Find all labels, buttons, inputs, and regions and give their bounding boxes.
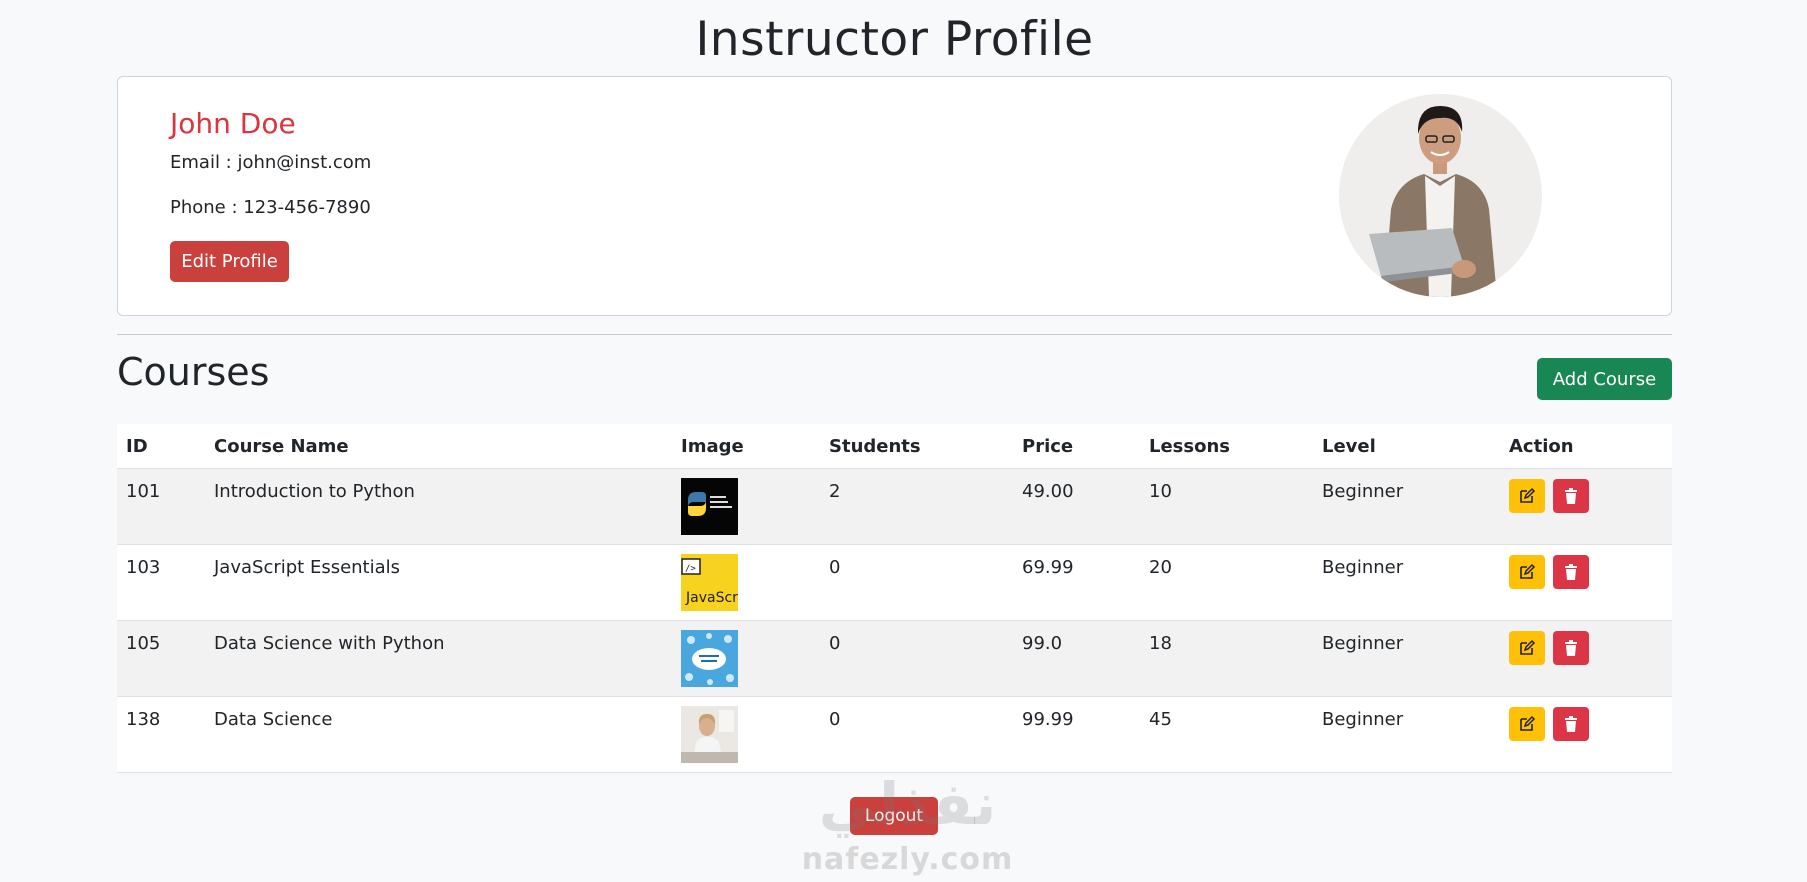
avatar: [1339, 94, 1542, 297]
cell-image: [672, 696, 820, 773]
cell-id: 138: [117, 696, 205, 773]
header-action: Action: [1500, 424, 1672, 469]
cell-action: [1500, 696, 1672, 773]
cell-id: 101: [117, 468, 205, 545]
cell-action: [1500, 620, 1672, 697]
table-row: 101 Introduction to Python 2 49.00 10 Be…: [117, 468, 1672, 545]
header-price: Price: [1013, 424, 1140, 469]
edit-icon: [1520, 487, 1536, 503]
cell-price: 99.99: [1013, 696, 1140, 773]
header-students: Students: [820, 424, 1013, 469]
trash-icon: [1564, 640, 1577, 656]
page-title: Instructor Profile: [695, 12, 1094, 67]
cell-image: [672, 620, 820, 697]
cell-price: 49.00: [1013, 468, 1140, 545]
cell-price: 69.99: [1013, 544, 1140, 621]
trash-icon: [1564, 716, 1577, 732]
edit-profile-button[interactable]: Edit Profile: [170, 241, 289, 282]
cell-action: [1500, 544, 1672, 621]
cell-level: Beginner: [1313, 544, 1500, 621]
courses-table: ID Course Name Image Students Price Less…: [117, 424, 1672, 773]
header-lessons: Lessons: [1140, 424, 1313, 469]
table-row: 103 JavaScript Essentials /> JavaScr 0 6…: [117, 544, 1672, 621]
python-course-thumbnail: [681, 478, 738, 535]
edit-course-button[interactable]: [1509, 631, 1545, 665]
profile-phone: Phone : 123-456-7890: [170, 197, 371, 218]
courses-title: Courses: [117, 350, 270, 394]
cell-level: Beginner: [1313, 696, 1500, 773]
edit-course-button[interactable]: [1509, 479, 1545, 513]
edit-icon: [1520, 563, 1536, 579]
header-level: Level: [1313, 424, 1500, 469]
logout-button[interactable]: Logout: [850, 797, 938, 835]
profile-name: John Doe: [170, 107, 296, 140]
cell-lessons: 45: [1140, 696, 1313, 773]
header-course-name: Course Name: [205, 424, 672, 469]
watermark-latin: nafezly.com: [801, 842, 1014, 877]
delete-course-button[interactable]: [1552, 631, 1589, 665]
cell-students: 2: [820, 468, 1013, 545]
cell-students: 0: [820, 620, 1013, 697]
cell-course-name: Data Science: [205, 696, 672, 773]
profile-card: John Doe Email : john@inst.com Phone : 1…: [117, 76, 1672, 316]
cell-lessons: 18: [1140, 620, 1313, 697]
cell-price: 99.0: [1013, 620, 1140, 697]
table-row: 105 Data Science with Python 0 99.0 18 B…: [117, 620, 1672, 697]
cell-course-name: JavaScript Essentials: [205, 544, 672, 621]
table-header-row: ID Course Name Image Students Price Less…: [117, 424, 1672, 469]
cell-level: Beginner: [1313, 468, 1500, 545]
cell-image: /> JavaScr: [672, 544, 820, 621]
cell-lessons: 10: [1140, 468, 1313, 545]
data-science-course-thumbnail: [681, 630, 738, 687]
trash-icon: [1564, 564, 1577, 580]
add-course-button[interactable]: Add Course: [1537, 358, 1672, 400]
header-id: ID: [117, 424, 205, 469]
cell-students: 0: [820, 544, 1013, 621]
edit-course-button[interactable]: [1509, 555, 1545, 589]
thumb-text: JavaScr: [685, 590, 738, 606]
instructor-avatar-photo: [1339, 94, 1542, 297]
cell-level: Beginner: [1313, 620, 1500, 697]
section-divider: [117, 334, 1672, 335]
cell-course-name: Data Science with Python: [205, 620, 672, 697]
svg-text:/>: />: [685, 564, 696, 574]
edit-icon: [1520, 715, 1536, 731]
cell-course-name: Introduction to Python: [205, 468, 672, 545]
cell-action: [1500, 468, 1672, 545]
cell-image: [672, 468, 820, 545]
table-row: 138 Data Science 0 99.99 45 Beginner: [117, 696, 1672, 773]
edit-icon: [1520, 639, 1536, 655]
header-image: Image: [672, 424, 820, 469]
cell-id: 103: [117, 544, 205, 621]
profile-email: Email : john@inst.com: [170, 152, 372, 173]
cell-students: 0: [820, 696, 1013, 773]
cell-id: 105: [117, 620, 205, 697]
trash-icon: [1564, 488, 1577, 504]
edit-course-button[interactable]: [1509, 707, 1545, 741]
cell-lessons: 20: [1140, 544, 1313, 621]
delete-course-button[interactable]: [1552, 707, 1589, 741]
page-container: Instructor Profile John Doe Email : john…: [117, 0, 1672, 773]
person-at-desk-thumbnail: [681, 706, 738, 763]
delete-course-button[interactable]: [1552, 479, 1589, 513]
delete-course-button[interactable]: [1552, 555, 1589, 589]
javascript-course-thumbnail: /> JavaScr: [681, 554, 738, 611]
